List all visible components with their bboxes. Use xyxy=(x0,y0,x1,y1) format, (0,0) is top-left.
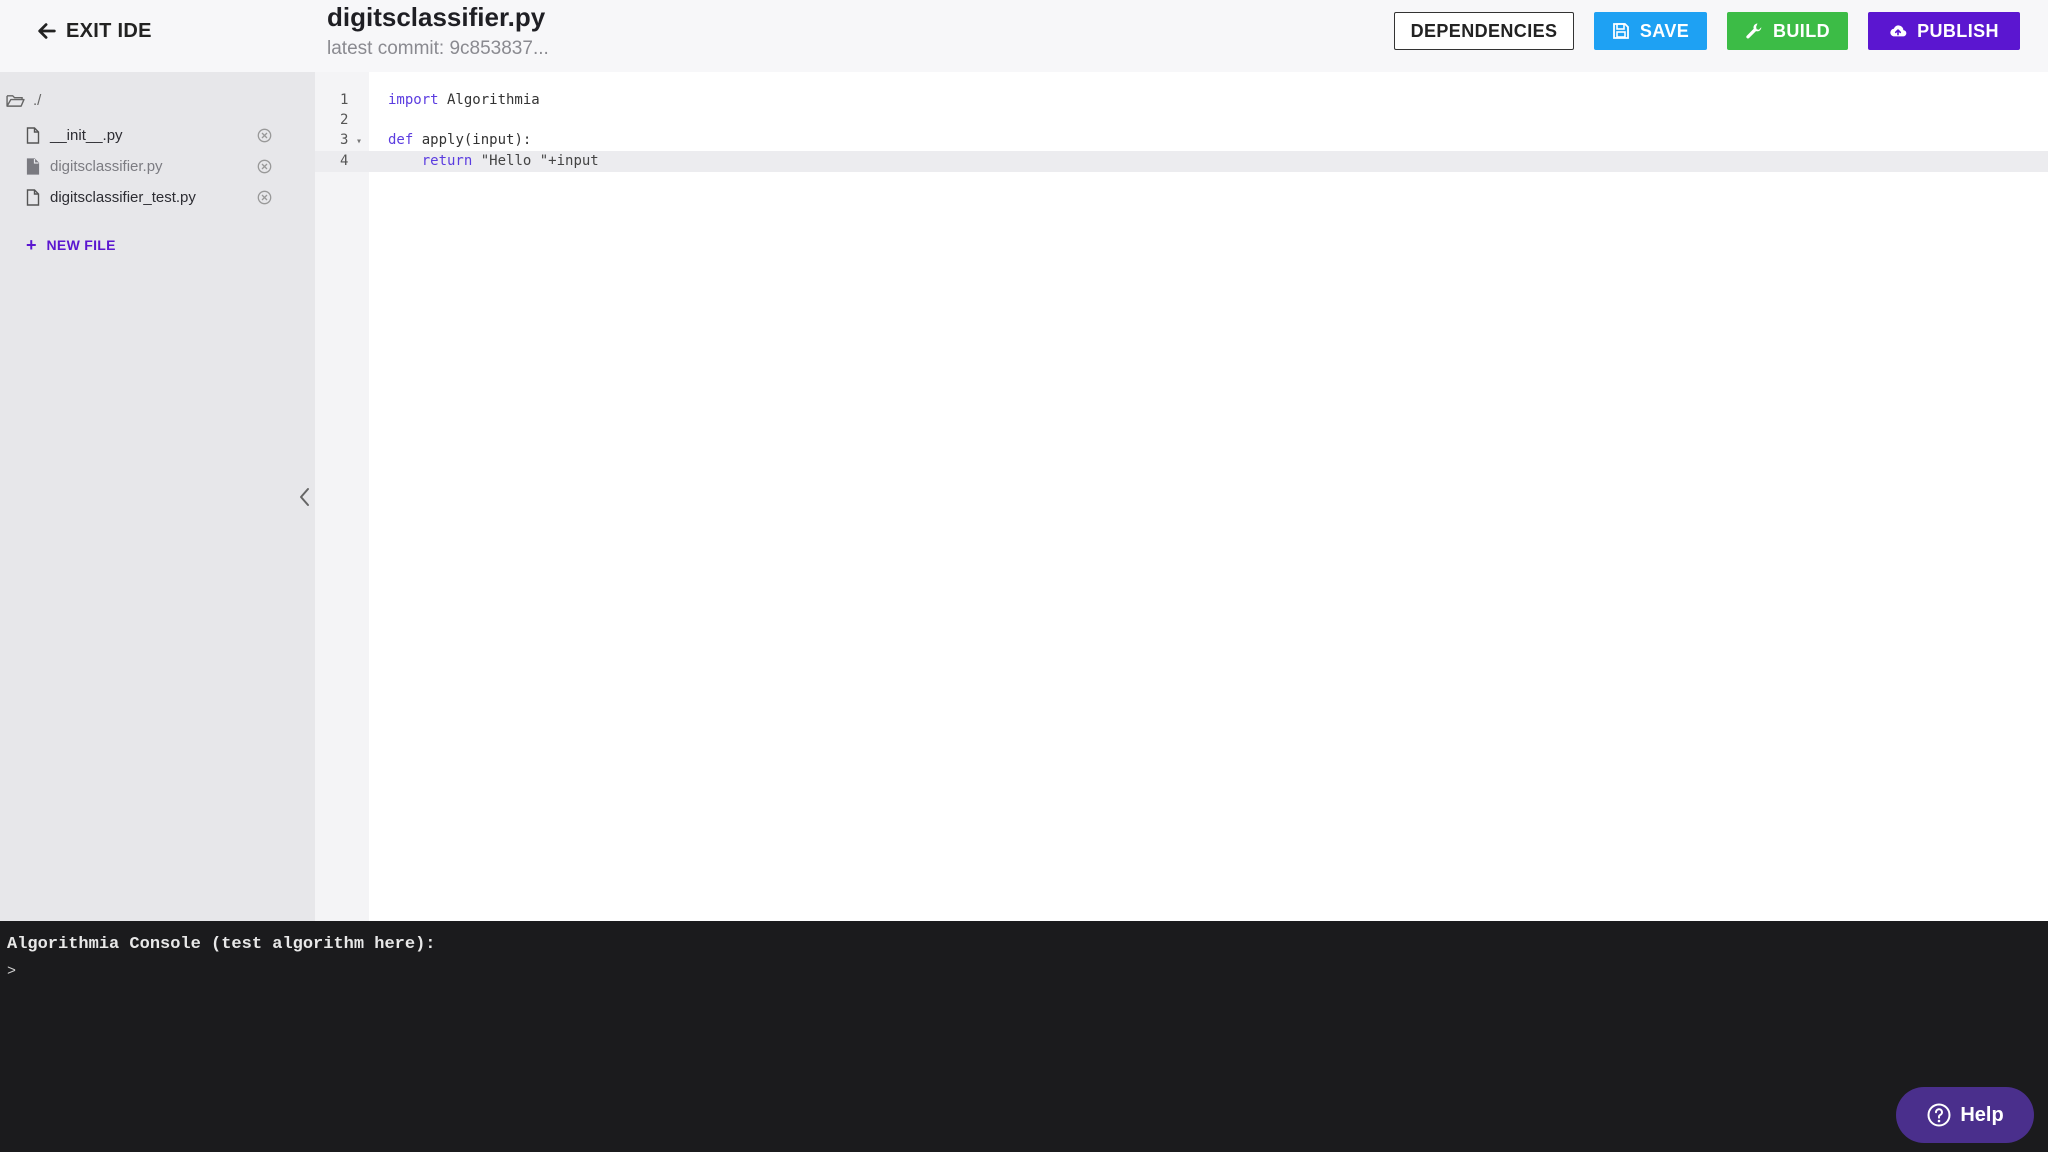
save-label: SAVE xyxy=(1639,20,1690,41)
code-line-4[interactable]: return "Hello "+input xyxy=(388,153,599,169)
file-item-digitsclassifier-test[interactable]: digitsclassifier_test.py xyxy=(26,184,276,210)
file-title: digitsclassifier.py xyxy=(327,2,546,32)
code-line-3[interactable]: def apply(input): xyxy=(388,132,531,148)
root-folder[interactable]: ./ xyxy=(6,92,41,109)
code-editor[interactable] xyxy=(369,72,2048,921)
console-title: Algorithmia Console (test algorithm here… xyxy=(7,935,436,954)
floppy-disk-icon xyxy=(1612,23,1629,39)
arrow-left-icon xyxy=(38,23,56,39)
file-icon xyxy=(26,126,40,144)
file-explorer-sidebar: ./ __init__.py digitsclassifier.py digit… xyxy=(0,72,315,921)
delete-file-icon[interactable] xyxy=(257,190,272,205)
publish-button[interactable]: PUBLISH xyxy=(1868,12,2020,50)
cloud-upload-icon xyxy=(1890,25,1907,37)
help-button[interactable]: Help xyxy=(1896,1087,2034,1143)
line-number: 1 xyxy=(340,92,349,108)
latest-commit-text: latest commit: 9c853837... xyxy=(327,38,549,59)
file-item-init[interactable]: __init__.py xyxy=(26,122,276,148)
top-header: EXIT IDE digitsclassifier.py latest comm… xyxy=(0,0,2048,72)
build-label: BUILD xyxy=(1773,20,1830,41)
build-button[interactable]: BUILD xyxy=(1727,12,1848,50)
code-text: Algorithmia xyxy=(438,92,540,108)
save-button[interactable]: SAVE xyxy=(1594,12,1707,50)
algorithmia-console: Algorithmia Console (test algorithm here… xyxy=(0,921,2048,1152)
publish-label: PUBLISH xyxy=(1917,20,1999,41)
code-keyword: import xyxy=(388,92,439,108)
dependencies-button[interactable]: DEPENDENCIES xyxy=(1394,12,1574,50)
help-label: Help xyxy=(1960,1103,2004,1126)
exit-ide-label: EXIT IDE xyxy=(66,19,152,42)
question-circle-icon xyxy=(1927,1103,1951,1127)
console-input[interactable] xyxy=(24,959,1824,983)
file-name: digitsclassifier_test.py xyxy=(50,188,196,206)
editor-gutter xyxy=(315,72,369,921)
file-filled-icon xyxy=(26,157,40,175)
line-number: 3 xyxy=(340,132,349,148)
file-name: __init__.py xyxy=(50,126,123,144)
file-icon xyxy=(26,188,40,206)
wrench-icon xyxy=(1746,23,1762,39)
console-prompt: > xyxy=(7,963,17,980)
file-name: digitsclassifier.py xyxy=(50,157,163,175)
fold-arrow-icon[interactable]: ▾ xyxy=(356,136,362,147)
code-keyword: def xyxy=(388,132,414,148)
file-item-digitsclassifier[interactable]: digitsclassifier.py xyxy=(26,153,276,179)
delete-file-icon[interactable] xyxy=(257,128,272,143)
new-file-button[interactable]: + NEW FILE xyxy=(26,236,116,254)
new-file-label: NEW FILE xyxy=(46,237,116,253)
folder-open-icon xyxy=(6,95,25,107)
line-number: 4 xyxy=(340,153,349,169)
code-text: apply(input): xyxy=(413,132,532,148)
line-number: 2 xyxy=(340,112,349,128)
code-line-1[interactable]: import Algorithmia xyxy=(388,92,540,108)
root-folder-label: ./ xyxy=(33,92,42,109)
code-keyword: return xyxy=(421,153,473,169)
plus-icon: + xyxy=(26,235,37,255)
dependencies-label: DEPENDENCIES xyxy=(1410,20,1558,41)
collapse-sidebar-chevron-left-icon[interactable] xyxy=(295,484,315,510)
code-text: "Hello "+input xyxy=(472,153,599,169)
delete-file-icon[interactable] xyxy=(257,159,272,174)
exit-ide-button[interactable]: EXIT IDE xyxy=(36,17,152,45)
